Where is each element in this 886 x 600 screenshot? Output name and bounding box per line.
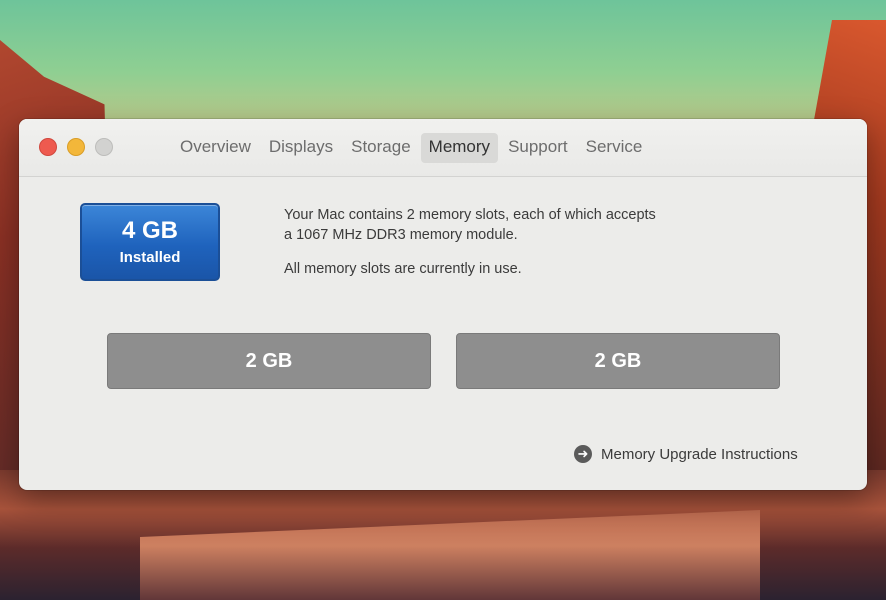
close-window-button[interactable] bbox=[39, 138, 57, 156]
memory-total-value: 4 GB bbox=[121, 217, 178, 244]
memory-slot-2: 2 GB bbox=[456, 333, 780, 389]
about-this-mac-window: Overview Displays Storage Memory Support… bbox=[19, 119, 867, 490]
memory-description: Your Mac contains 2 memory slots, each o… bbox=[284, 205, 804, 293]
tab-overview[interactable]: Overview bbox=[172, 133, 259, 163]
window-titlebar: Overview Displays Storage Memory Support… bbox=[19, 119, 867, 177]
memory-upgrade-label: Memory Upgrade Instructions bbox=[601, 445, 798, 463]
tab-storage[interactable]: Storage bbox=[343, 133, 419, 163]
memory-total-badge: 4 GB Installed bbox=[80, 203, 220, 281]
description-line-1: Your Mac contains 2 memory slots, each o… bbox=[284, 207, 656, 223]
memory-upgrade-link[interactable]: ➜ Memory Upgrade Instructions bbox=[574, 445, 798, 463]
tab-displays[interactable]: Displays bbox=[261, 133, 341, 163]
memory-status-text: All memory slots are currently in use. bbox=[284, 261, 522, 277]
description-line-2: a 1067 MHz DDR3 memory module. bbox=[284, 227, 518, 243]
tab-bar: Overview Displays Storage Memory Support… bbox=[172, 133, 652, 163]
memory-slot-1: 2 GB bbox=[107, 333, 431, 389]
tab-service[interactable]: Service bbox=[578, 133, 651, 163]
minimize-window-button[interactable] bbox=[67, 138, 85, 156]
tab-support[interactable]: Support bbox=[500, 133, 576, 163]
arrow-right-circle-icon: ➜ bbox=[574, 445, 592, 463]
memory-total-caption: Installed bbox=[119, 249, 181, 266]
tab-memory[interactable]: Memory bbox=[420, 133, 499, 163]
zoom-window-button[interactable] bbox=[95, 138, 113, 156]
